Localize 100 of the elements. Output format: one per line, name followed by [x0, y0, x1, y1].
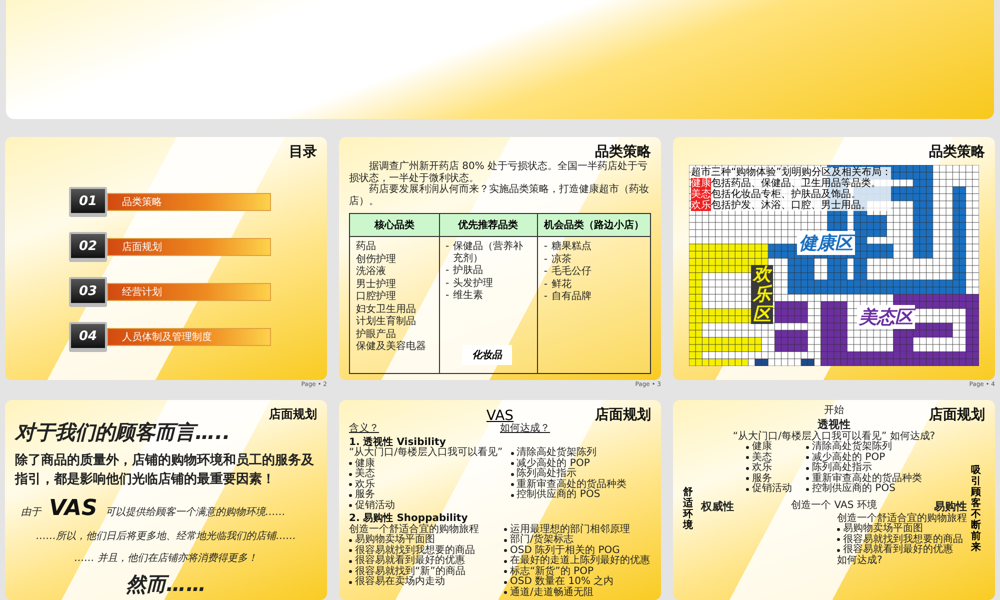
- list-item: 运用最理想的部门相邻原理: [510, 524, 630, 534]
- bullet-icon: [349, 580, 352, 584]
- section-link[interactable]: 店面规划: [107, 238, 271, 256]
- list-item: 重新审查高处的货品种类: [812, 474, 922, 484]
- section-number: 02: [69, 232, 107, 262]
- list-item: OSD 数量在 10% 之内: [510, 577, 614, 587]
- slide-thumbnail[interactable]: 品类策略 超市三种“购物体验”划明购分区及相关布局： 健康包括药品、保健品、卫生用品等品类。 美态包括化妆品专柜、护肤品及饰品。 欢乐包括护发、沐浴、口腔、男士用品。 健康区 欢乐区 美态区: [673, 137, 995, 380]
- section-link[interactable]: 经营计划: [107, 283, 271, 301]
- start-label: 开始: [824, 406, 844, 416]
- slide-title: 品类策略: [595, 143, 651, 160]
- dash-marker: -: [544, 254, 548, 265]
- bullet-icon: [504, 570, 507, 574]
- slide-thumbnail[interactable]: [339, 400, 661, 600]
- table-item: 自有品牌: [551, 291, 592, 302]
- bullet-icon: [806, 466, 809, 470]
- list-item: 创造一个舒适合宜的购物旅程: [349, 524, 480, 534]
- slide-title: 店面规划: [269, 406, 317, 423]
- list-item: 欢乐: [752, 463, 772, 473]
- bullet-icon: [806, 488, 809, 491]
- bullet-icon: [349, 570, 352, 574]
- zone-label: 美态区: [857, 305, 915, 329]
- zone-tag: 健康: [691, 178, 711, 189]
- topic-heading: 权威性: [701, 498, 734, 514]
- bullet-icon: [746, 456, 749, 460]
- list-heading: 创造一个舒适合宜的购物旅程: [837, 514, 967, 524]
- dash-marker: -: [446, 265, 450, 276]
- table-item: 毛毛公仔: [551, 266, 592, 278]
- list-item: 清除高处货架陈列: [812, 442, 892, 452]
- bullet-icon: [837, 528, 840, 531]
- center-label: 创造一个 VAS 环境: [791, 500, 877, 512]
- side-label: 舒适环境: [683, 487, 693, 531]
- list-item: 美态: [752, 452, 772, 462]
- list-item: 减少高处的 POP: [812, 452, 886, 462]
- slide-thumbnail[interactable]: [339, 137, 661, 380]
- bullet-icon: [837, 548, 840, 552]
- list-item: 很容易就找到我想要的商品: [843, 534, 963, 544]
- list-item: 健康: [752, 442, 772, 452]
- zone-label: 健康区: [797, 231, 855, 255]
- list-item: 服务: [355, 490, 375, 500]
- list-item: 易购物卖场平面图: [843, 524, 923, 534]
- dash-marker: -: [446, 290, 450, 302]
- table-item: 头发护理: [453, 278, 494, 289]
- table-item: 男士护理: [356, 278, 396, 290]
- bullet-icon: [349, 483, 352, 486]
- bullet-icon: [504, 538, 507, 542]
- section-number: 04: [69, 322, 107, 352]
- bullet-icon: [510, 462, 514, 466]
- section-link[interactable]: 品类策略: [107, 193, 271, 211]
- slide-heading: VAS: [486, 408, 514, 424]
- bullet-icon: [349, 472, 352, 476]
- bullet-icon: [504, 560, 507, 563]
- zone-description: 包括药品、保健品、卫生用品等品类。: [711, 178, 881, 189]
- table-item: 护肤品: [453, 265, 484, 276]
- list-item: 减少高处的 POP: [516, 458, 590, 468]
- dash-marker: -: [446, 278, 450, 289]
- list-item: 重新审查高处的货品种类: [516, 480, 627, 490]
- bullet-icon: [510, 483, 514, 486]
- paragraph: 据调查广州新开药店 80% 处于亏损状态。全国一半药店处于亏损状态，一半处于微利状态。: [349, 161, 649, 184]
- list-item: 陈列高处指示: [516, 469, 577, 479]
- dash-marker: -: [544, 278, 548, 290]
- bullet-icon: [349, 504, 352, 508]
- table-item: 维生素: [453, 290, 484, 302]
- section-label: 1. 透视性 Visibility: [349, 438, 447, 448]
- list-item: 很容易在卖场内走动: [355, 577, 445, 588]
- slide-title: 店面规划: [595, 406, 651, 424]
- column-header: 优先推荐品类: [440, 214, 537, 237]
- list-item: 控制供应商的 POS: [812, 484, 896, 494]
- intro-text: 超市三种“购物体验”划明购分区及相关布局：: [691, 167, 892, 178]
- table-item: 创伤护理: [356, 254, 396, 265]
- slide-title: 店面规划: [929, 406, 985, 424]
- bullet-icon: [510, 472, 514, 476]
- list-item: 很容易就找到我想要的商品: [355, 546, 475, 556]
- topic-heading: 易购性: [934, 498, 967, 512]
- bullet-icon: [746, 477, 749, 480]
- list-item: 易购物卖场平面图: [355, 535, 435, 545]
- dash-marker: -: [544, 241, 548, 252]
- table-item: 计划生育制品: [356, 316, 416, 328]
- column-header: 机会品类（路边小店）: [538, 214, 650, 237]
- bullet-icon: [504, 528, 507, 532]
- topic-heading: 透视性: [818, 416, 850, 430]
- slide-thumbnail[interactable]: [6, 0, 994, 119]
- section-link[interactable]: 人员体制及管理制度: [107, 328, 271, 346]
- paragraph: 药店要发展利润从何而来？实施品类策略，打造健康超市（药妆店）。: [349, 184, 650, 207]
- paragraph: 除了商品的质量外，店铺的购物环境和员工的服务及指引，都是影响他们光临店铺的最重要因素！: [15, 452, 315, 489]
- bullet-icon: [510, 452, 514, 455]
- slide-thumbnail[interactable]: 目录 01 品类策略 02 店面规划 03 经营计划 04 人员体制及管理制度: [5, 137, 327, 380]
- bullet-icon: [349, 462, 352, 466]
- dash-marker: -: [544, 291, 548, 302]
- table-item: 凉茶: [551, 254, 572, 265]
- bullet-icon: [746, 466, 749, 470]
- bullet-icon: [806, 477, 809, 480]
- category-label: 化妆品: [462, 345, 512, 365]
- list-item: 美态: [355, 469, 375, 479]
- body-text: …… 并且，他们在店铺亦将消费得更多！: [73, 552, 259, 565]
- bullet-icon: [746, 446, 749, 449]
- side-label: 吸引顾客不断前来: [971, 465, 981, 553]
- zone-description: 包括护发、沐浴、口腔、男士用品。: [711, 200, 871, 211]
- lead-text: 由于: [21, 506, 41, 519]
- list-item: 陈列高处指示: [812, 463, 872, 473]
- column-header: 含义？: [349, 424, 380, 434]
